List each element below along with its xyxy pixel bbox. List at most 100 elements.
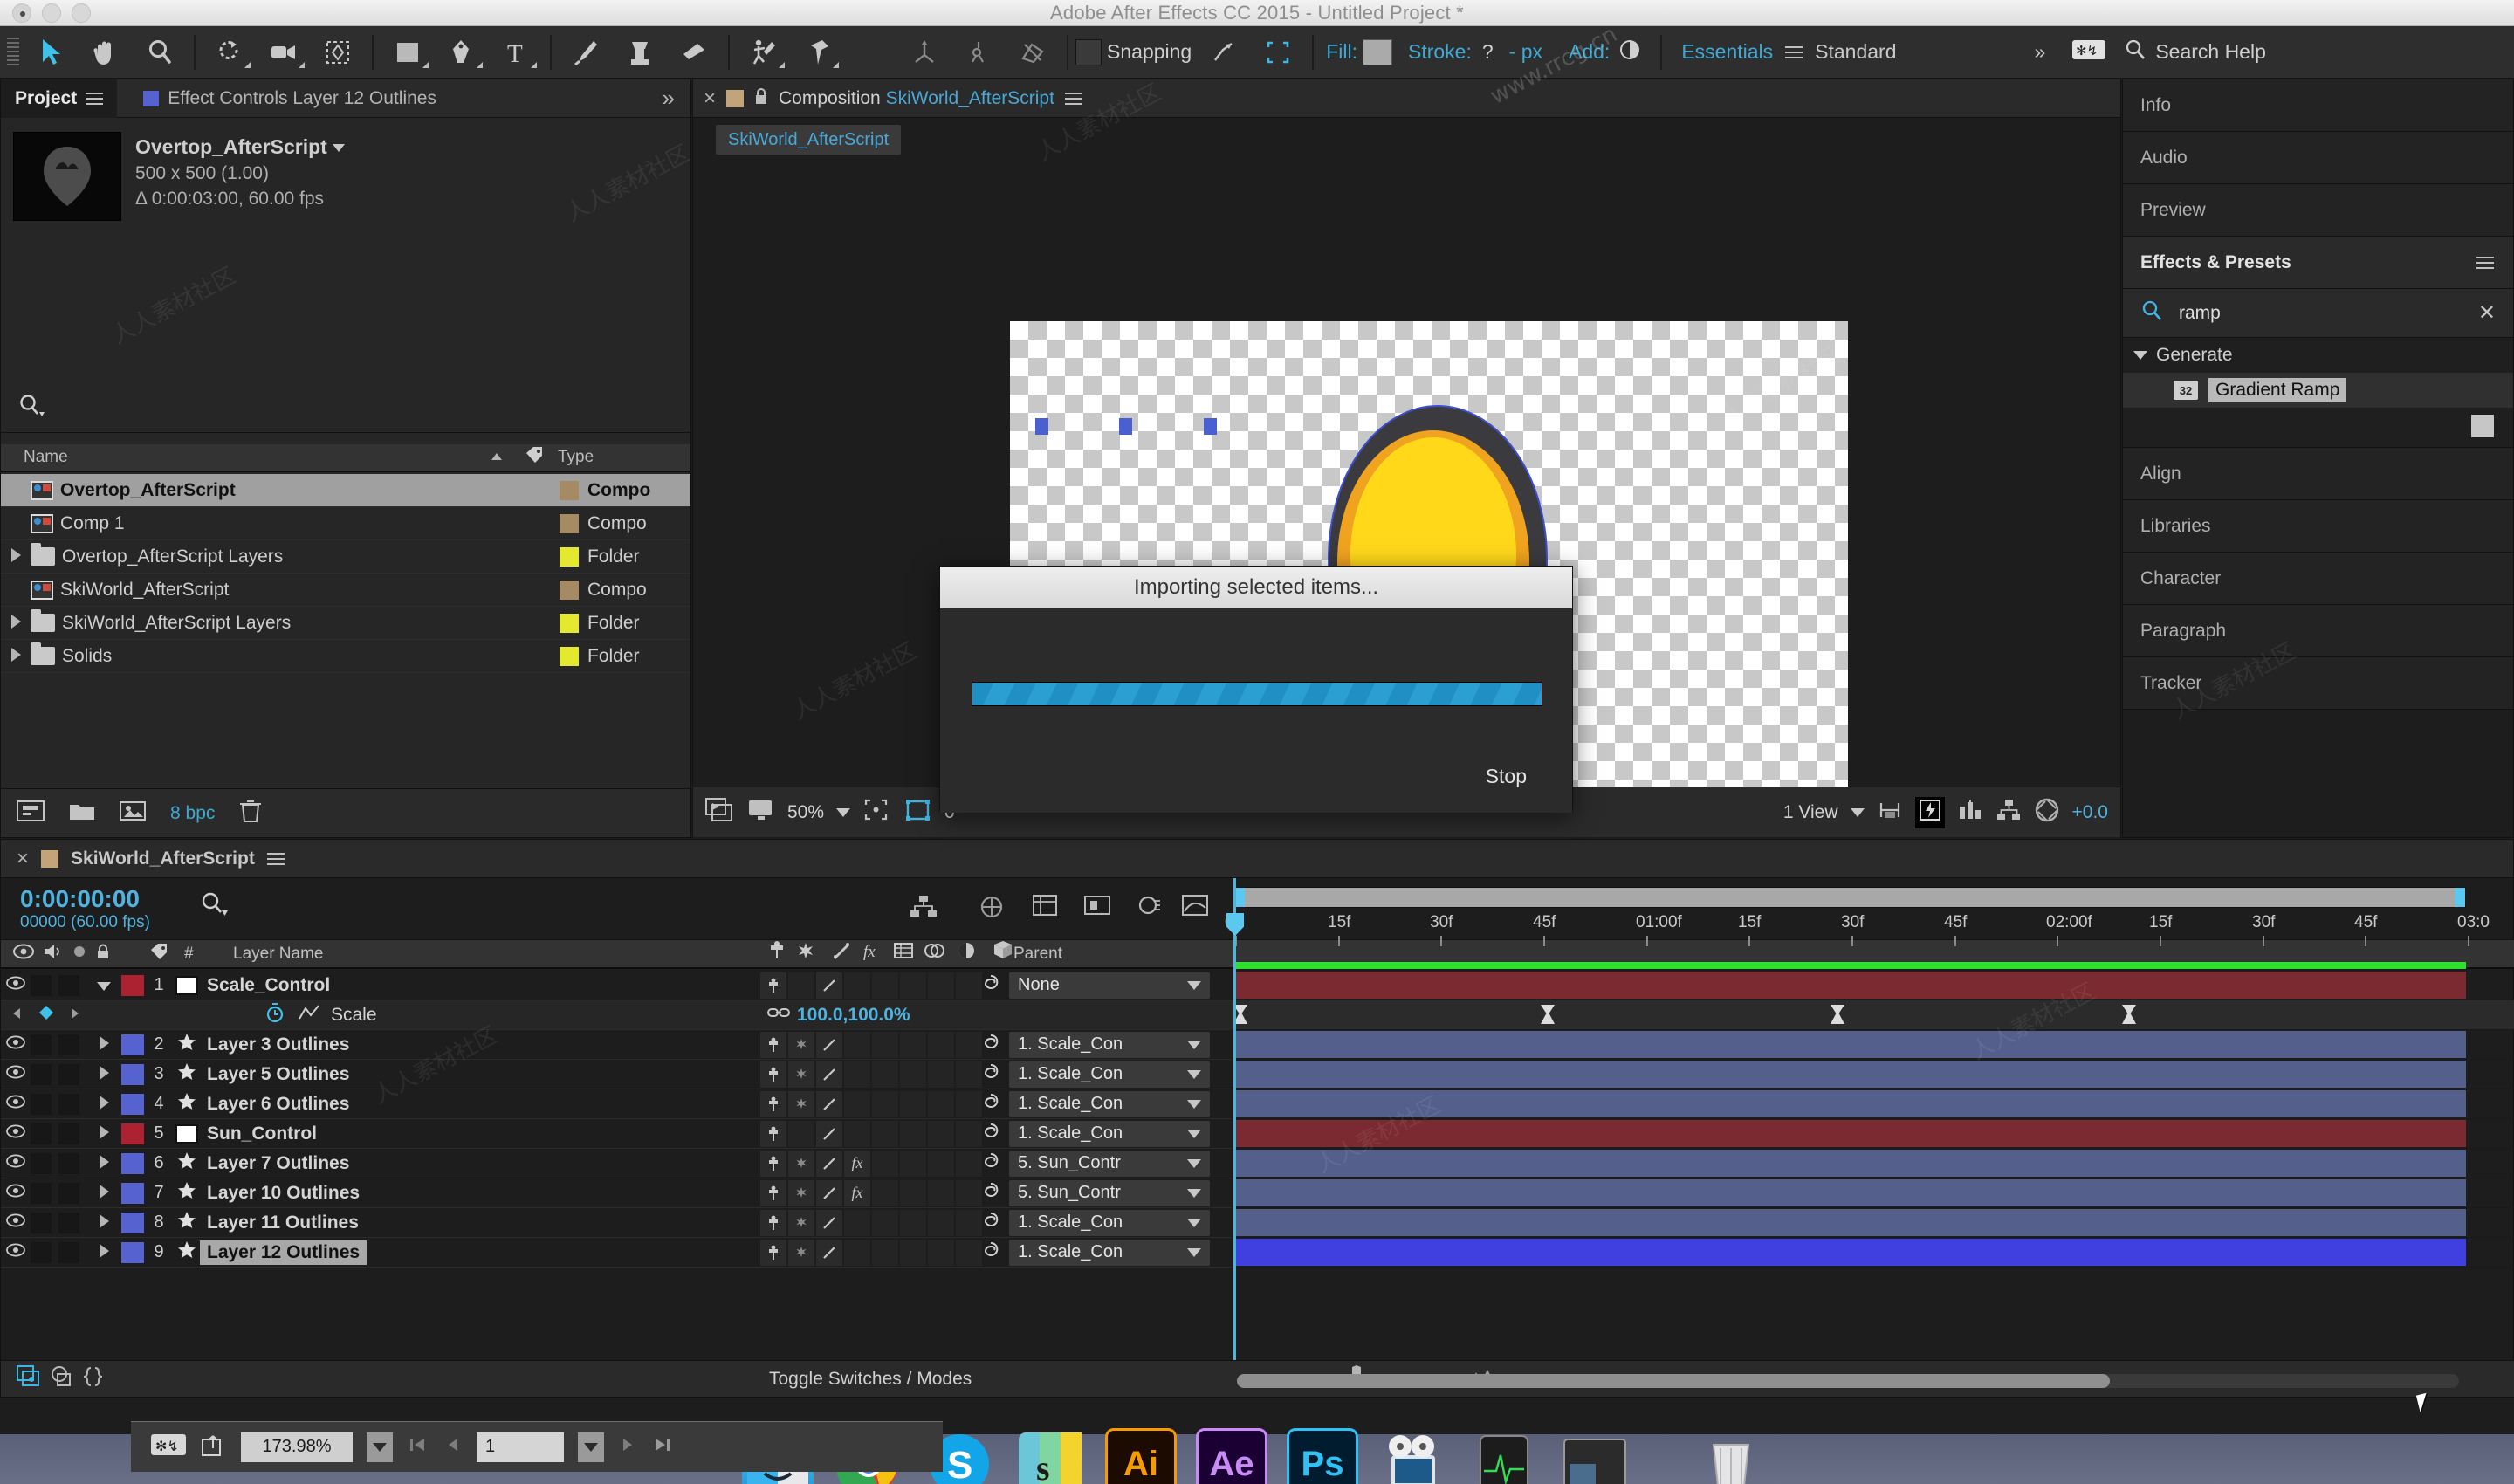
panel-character[interactable]: Character xyxy=(2123,553,2513,605)
layer-switches[interactable] xyxy=(760,1209,984,1236)
lock-icon[interactable] xyxy=(754,87,768,110)
layer-label-color[interactable] xyxy=(121,1212,144,1233)
label-color-swatch[interactable] xyxy=(560,646,579,666)
panel-align[interactable]: Align xyxy=(2123,448,2513,500)
layer-duration-bar[interactable] xyxy=(1233,1031,2466,1058)
dock-app-activity-monitor[interactable] xyxy=(1468,1428,1540,1484)
keyframe-marker[interactable] xyxy=(1831,1005,1844,1024)
hide-shy-layers-icon[interactable] xyxy=(1031,892,1059,923)
collapse-transformations-switch[interactable] xyxy=(788,1239,814,1266)
layer-duration-bar[interactable] xyxy=(1233,1090,2466,1117)
panel-tracker[interactable]: Tracker xyxy=(2123,657,2513,710)
dock-app-illustrator[interactable]: Ai xyxy=(1105,1428,1177,1484)
document-status-bar[interactable]: ✻↯ 173.98% 1 xyxy=(131,1421,943,1472)
timeline-track[interactable] xyxy=(1232,1238,2514,1268)
selection-handle-tl[interactable] xyxy=(1035,418,1048,435)
parent-dropdown-icon[interactable] xyxy=(1187,1218,1201,1227)
parent-dropdown-icon[interactable] xyxy=(1187,1158,1201,1168)
layer-duration-bar[interactable] xyxy=(1233,1209,2466,1236)
effects-search-input[interactable]: ramp xyxy=(2179,303,2462,324)
effects-search-icon[interactable] xyxy=(2140,299,2163,326)
layer-switches[interactable] xyxy=(760,1061,984,1088)
frame-blending-switch[interactable] xyxy=(872,1239,898,1266)
panel-paragraph[interactable]: Paragraph xyxy=(2123,605,2513,657)
tools-toolbar[interactable]: T Snapping Fill: Stroke: ? - px Add: Ess… xyxy=(0,26,2514,79)
keyframe-marker[interactable] xyxy=(2122,1005,2136,1024)
layer-switches[interactable] xyxy=(760,1031,984,1058)
parent-dropdown-icon[interactable] xyxy=(1187,1188,1201,1198)
effects-switch[interactable] xyxy=(844,1090,870,1117)
collapse-transformations-switch[interactable] xyxy=(788,1150,814,1177)
frame-blending-switch[interactable] xyxy=(872,1150,898,1177)
layer-twirl-icon[interactable] xyxy=(99,1065,109,1080)
parent-pickwhip-icon[interactable] xyxy=(980,972,1001,999)
layer-duration-bar[interactable] xyxy=(1233,1061,2466,1088)
timeline-track[interactable] xyxy=(1232,1060,2514,1089)
layer-label-color[interactable] xyxy=(121,1093,144,1115)
fill-swatch[interactable] xyxy=(1362,38,1392,65)
pixel-aspect-ratio-icon[interactable] xyxy=(1877,797,1903,828)
region-of-interest-icon[interactable] xyxy=(862,797,892,828)
layer-solo-toggle[interactable] xyxy=(58,1093,79,1115)
parent-pickwhip-icon[interactable] xyxy=(980,1091,1001,1117)
layer-audio-toggle[interactable] xyxy=(31,1063,52,1085)
quality-switch[interactable] xyxy=(816,1090,842,1117)
timeline-search-icon[interactable] xyxy=(200,890,230,923)
panel-audio[interactable]: Audio xyxy=(2123,132,2513,184)
timeline-track[interactable] xyxy=(1232,1030,2514,1060)
timeline-track[interactable] xyxy=(1232,1178,2514,1208)
puppet-pin-tool[interactable] xyxy=(791,31,845,74)
layer-name[interactable]: Layer 7 Outlines xyxy=(200,1151,356,1176)
comp-button-icon[interactable] xyxy=(17,1364,41,1393)
frame-blending-switch[interactable] xyxy=(872,1120,898,1147)
label-color-swatch[interactable] xyxy=(560,513,579,533)
shy-switch[interactable] xyxy=(760,1239,786,1266)
layer-duration-bar[interactable] xyxy=(1233,1120,2466,1147)
sort-arrow-icon[interactable] xyxy=(490,448,504,467)
layer-twirl-icon[interactable] xyxy=(99,1213,109,1228)
timeline-ruler[interactable]: 0f15f30f45f01:00f15f30f45f02:00f15f30f45… xyxy=(1225,878,2514,971)
dock-app-photoshop[interactable]: Ps xyxy=(1287,1428,1358,1484)
layer-twirl-icon[interactable] xyxy=(99,1243,109,1258)
last-page-icon[interactable] xyxy=(651,1434,674,1460)
layer-solo-toggle[interactable] xyxy=(58,1034,79,1055)
project-list-item[interactable]: SkiWorld_AfterScript Compo xyxy=(1,574,690,607)
effects-list-footer[interactable] xyxy=(2123,408,2513,448)
project-item-list[interactable]: Overtop_AfterScript Compo Comp 1 Compo Overt… xyxy=(1,474,690,673)
layer-visibility-icon[interactable] xyxy=(1,1064,31,1085)
prev-keyframe-icon[interactable] xyxy=(1,1005,32,1026)
layer-label-color[interactable] xyxy=(121,1034,144,1055)
preview-toggle-icon[interactable] xyxy=(705,797,735,828)
layer-twirl-icon[interactable] xyxy=(99,1184,109,1199)
layer-label-color[interactable] xyxy=(121,1123,144,1144)
timeline-layer-row[interactable]: 1 Scale_Control None xyxy=(1,971,1232,1000)
quality-switch[interactable] xyxy=(816,1061,842,1088)
search-help-label[interactable]: Search Help xyxy=(2155,40,2266,64)
layer-duration-bar[interactable] xyxy=(1233,1239,2466,1266)
type-tool[interactable]: T xyxy=(489,31,543,74)
layer-name[interactable]: Layer 6 Outlines xyxy=(200,1092,356,1116)
time-navigator-bar[interactable] xyxy=(1233,887,2466,908)
panel-effects-presets-header[interactable]: Effects & Presets xyxy=(2123,237,2513,289)
timeline-track[interactable] xyxy=(1232,1000,2514,1030)
three-d-layer-switch[interactable] xyxy=(956,1150,982,1177)
toolbar-grip[interactable] xyxy=(7,37,19,67)
project-panel-menu-icon[interactable] xyxy=(86,92,104,105)
panel-libraries[interactable]: Libraries xyxy=(2123,500,2513,553)
project-search-icon[interactable] xyxy=(18,393,46,423)
layer-audio-toggle[interactable] xyxy=(31,1152,52,1174)
collapse-transformations-switch[interactable] xyxy=(788,1179,814,1206)
effects-search-row[interactable]: ramp ✕ xyxy=(2123,289,2513,338)
label-color-swatch[interactable] xyxy=(560,546,579,567)
quality-switch[interactable] xyxy=(816,1150,842,1177)
project-column-name[interactable]: Name xyxy=(24,448,68,467)
next-keyframe-icon[interactable] xyxy=(60,1005,90,1026)
brush-tool[interactable] xyxy=(559,31,613,74)
layer-name[interactable]: Scale_Control xyxy=(200,973,337,998)
timeline-menu-icon[interactable] xyxy=(266,852,285,865)
layer-visibility-icon[interactable] xyxy=(1,1242,31,1263)
parent-dropdown-icon[interactable] xyxy=(1187,1069,1201,1079)
page-number-field[interactable]: 1 xyxy=(477,1432,564,1462)
layer-visibility-icon[interactable] xyxy=(1,1183,31,1204)
timeline-tracks[interactable] xyxy=(1232,962,2514,1268)
